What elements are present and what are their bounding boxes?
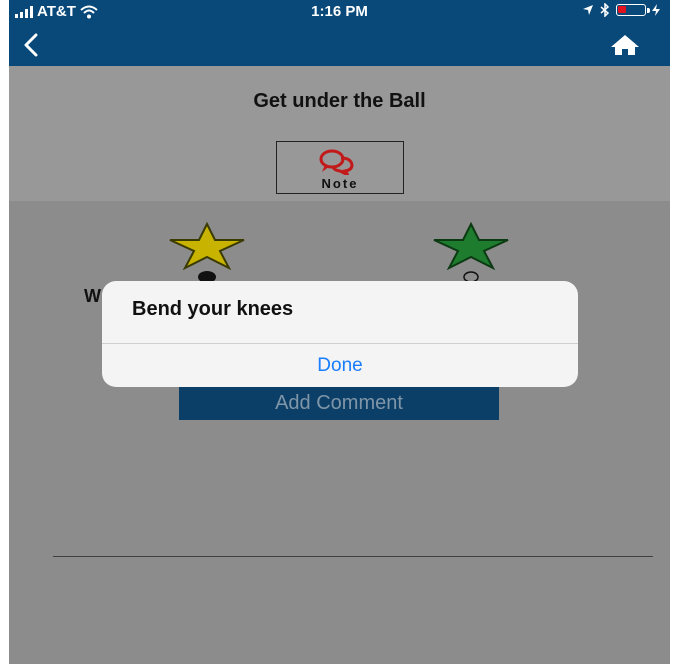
note-button-label: Note bbox=[321, 176, 359, 191]
home-icon[interactable] bbox=[610, 34, 640, 56]
obscured-rating-label: W bbox=[84, 286, 101, 306]
charging-bolt-icon bbox=[652, 4, 660, 16]
battery-icon bbox=[616, 4, 650, 16]
bluetooth-icon bbox=[600, 3, 610, 17]
note-button[interactable]: Note bbox=[276, 141, 404, 194]
speech-bubbles-icon bbox=[319, 149, 354, 175]
star-icon-yellow[interactable] bbox=[167, 222, 247, 270]
location-arrow-icon bbox=[583, 5, 593, 15]
status-bar: AT&T 1:16 PM bbox=[9, 0, 670, 22]
done-button[interactable]: Done bbox=[102, 344, 578, 387]
status-time: 1:16 PM bbox=[311, 3, 368, 20]
chevron-left-icon[interactable] bbox=[23, 33, 39, 57]
navigation-bar bbox=[9, 22, 670, 66]
battery-nub bbox=[647, 8, 650, 13]
content-area bbox=[9, 201, 670, 664]
star-icon-green[interactable] bbox=[431, 222, 511, 270]
app-screen: AT&T 1:16 PM Get under the Ball Note W A… bbox=[9, 0, 670, 664]
divider bbox=[53, 556, 653, 557]
alert-message: Bend your knees bbox=[132, 298, 294, 320]
status-right-group bbox=[582, 3, 660, 17]
battery-level bbox=[618, 6, 626, 13]
add-comment-button[interactable]: Add Comment bbox=[179, 387, 499, 420]
alert-dialog: Bend your knees Done bbox=[102, 281, 578, 387]
page-title: Get under the Ball bbox=[253, 90, 426, 112]
